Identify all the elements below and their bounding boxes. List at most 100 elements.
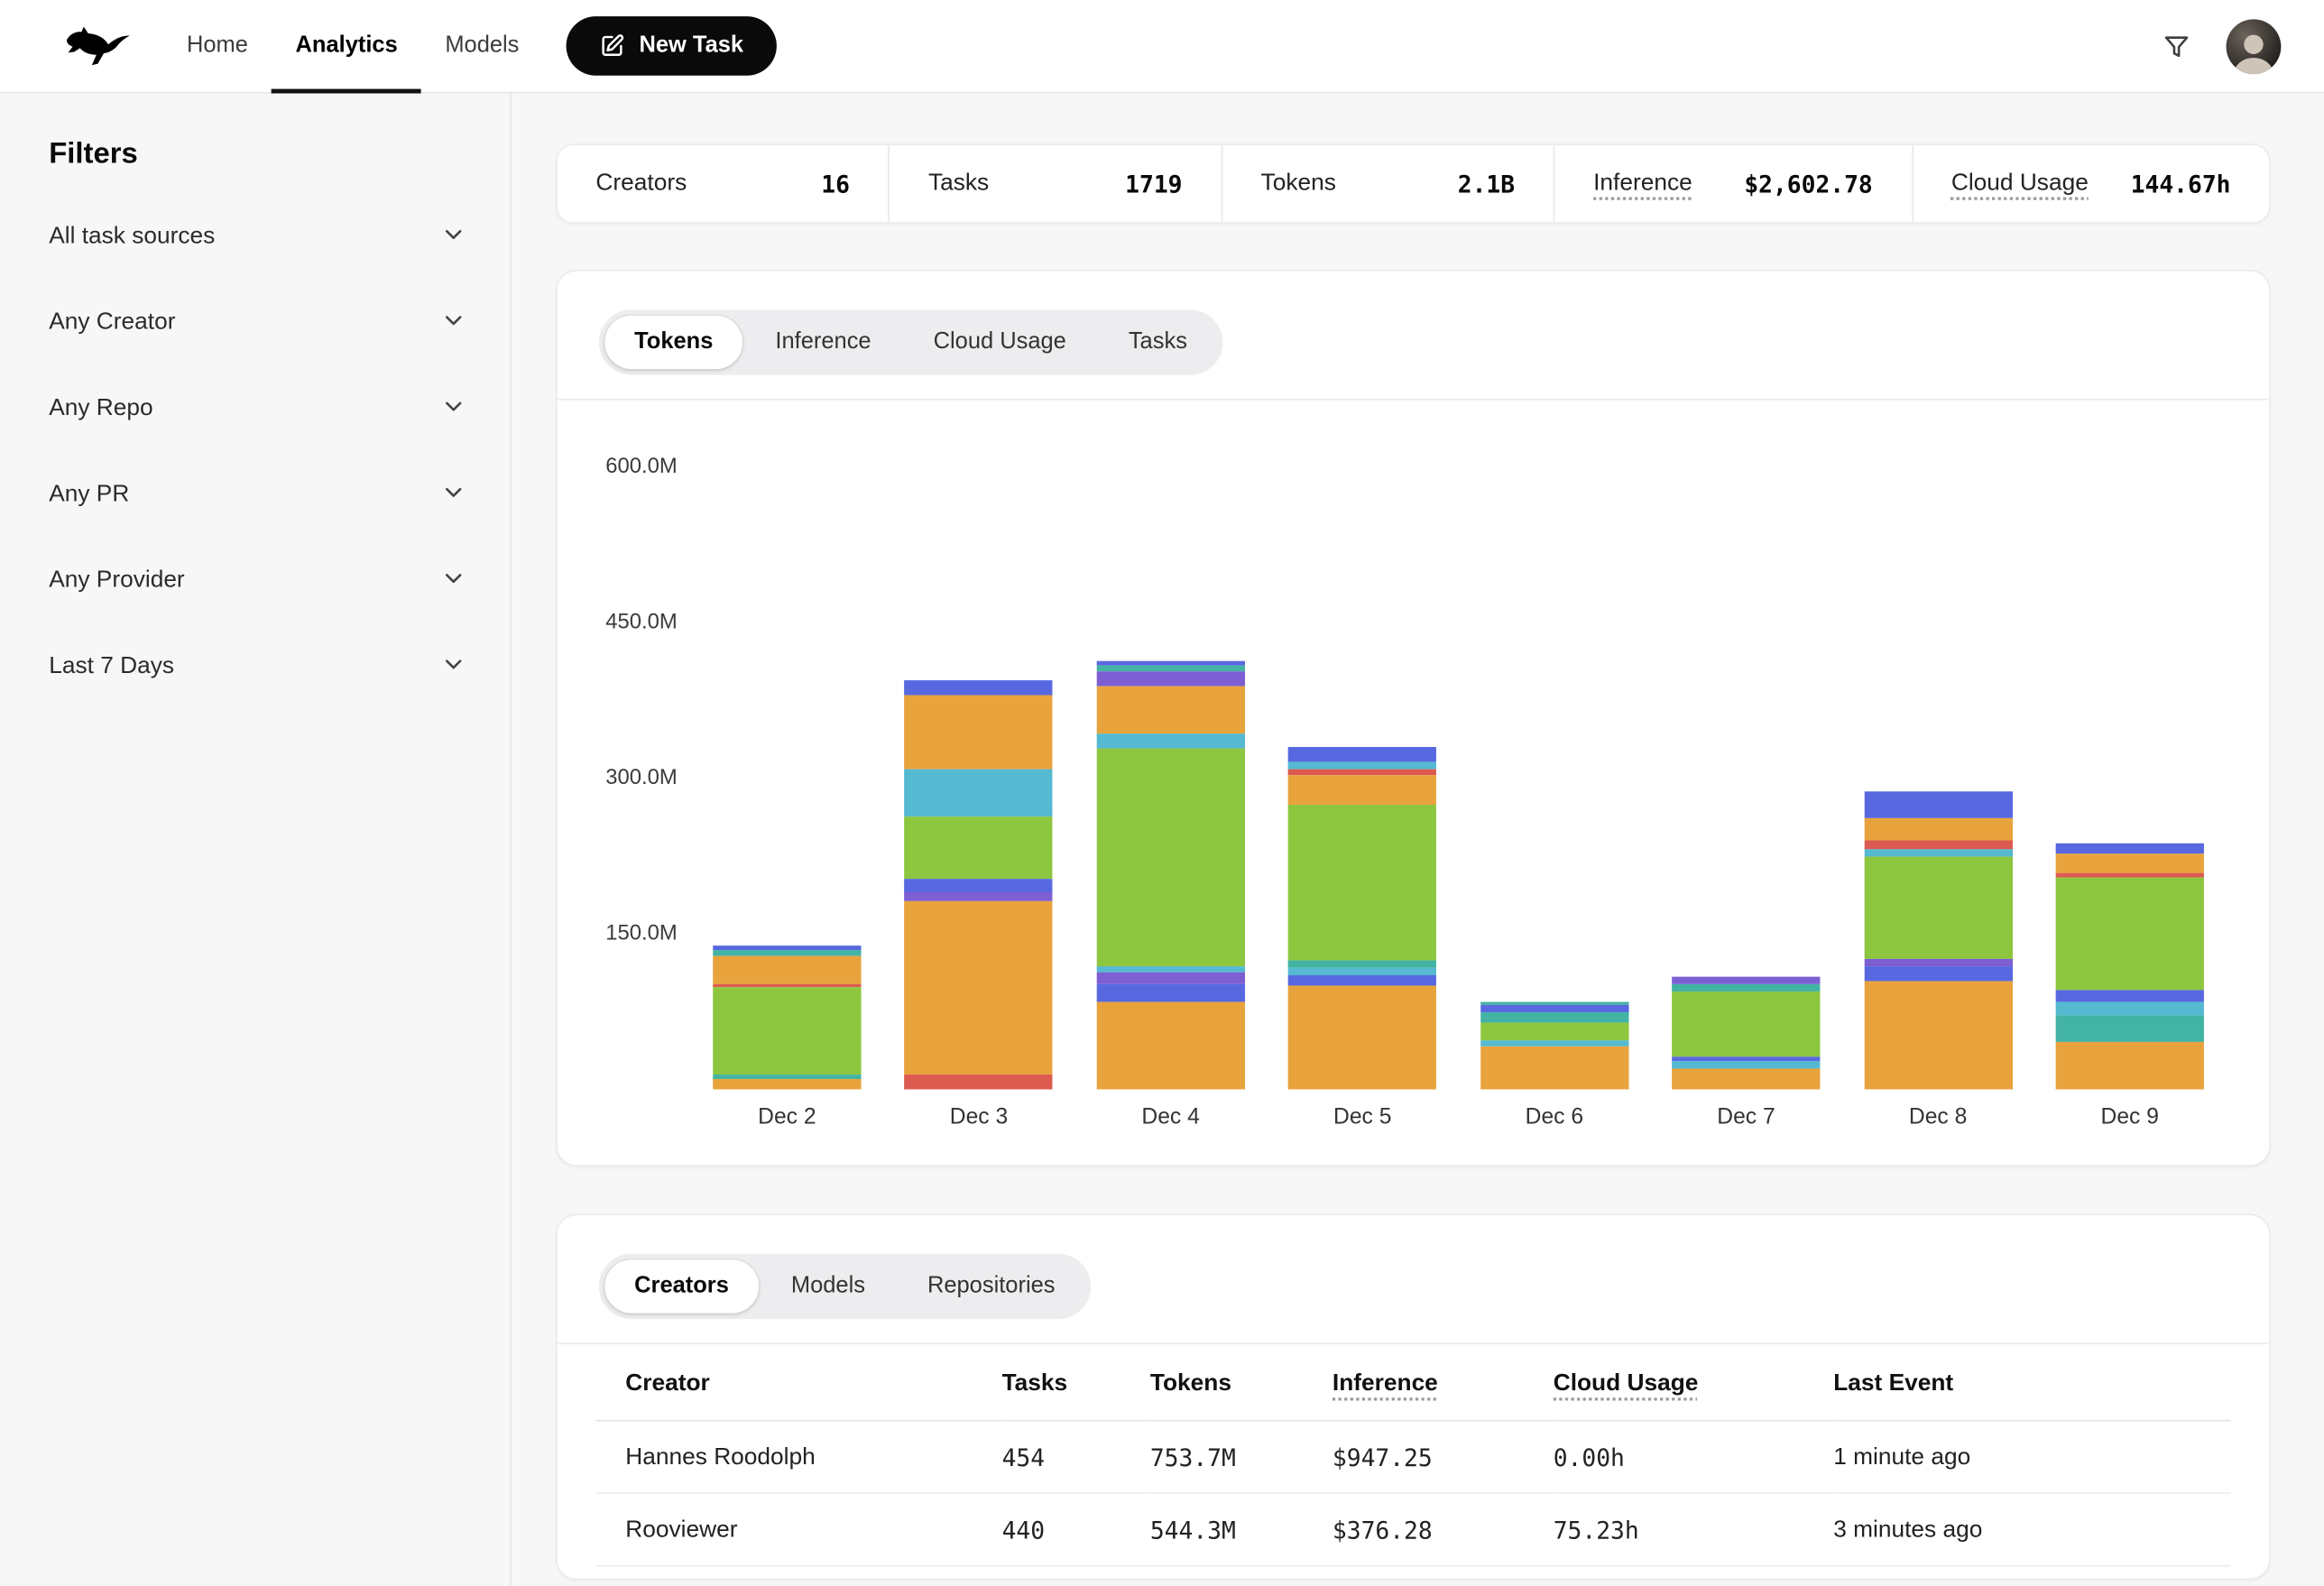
bar-segment-skyblue xyxy=(1096,733,1244,748)
stat-inference-label[interactable]: Inference xyxy=(1593,171,1692,198)
bar-segment-purple xyxy=(905,892,1053,900)
stats-bar: Creators 16 Tasks 1719 Tokens 2.1B Infer… xyxy=(556,143,2271,224)
bar-segment-orange xyxy=(1864,817,2012,840)
bar-segment-skyblue xyxy=(905,769,1053,816)
nav-analytics[interactable]: Analytics xyxy=(272,0,421,93)
chart-tab-inference[interactable]: Inference xyxy=(746,316,901,369)
bar-segment-orange xyxy=(905,696,1053,770)
bar-segment-blue xyxy=(905,879,1053,892)
col-tokens: Tokens xyxy=(1150,1347,1333,1420)
y-axis-tick: 300.0M xyxy=(558,765,678,792)
new-task-label: New Task xyxy=(639,32,743,60)
bar-segment-skyblue xyxy=(2056,1001,2204,1016)
nav-home[interactable]: Home xyxy=(163,0,272,93)
filter-provider[interactable]: Any Provider xyxy=(49,549,466,613)
col-creator: Creator xyxy=(595,1347,1001,1420)
x-axis-labels: Dec 2Dec 3Dec 4Dec 5Dec 6Dec 7Dec 8Dec 9 xyxy=(713,1104,2204,1130)
new-task-button[interactable]: New Task xyxy=(567,16,776,76)
chart-tab-cloud-usage[interactable]: Cloud Usage xyxy=(904,316,1096,369)
bar-segment-blue xyxy=(1096,983,1244,1001)
bar[interactable] xyxy=(1480,1001,1628,1090)
col-cloud-usage[interactable]: Cloud Usage xyxy=(1554,1347,1834,1420)
chart-tab-tokens[interactable]: Tokens xyxy=(604,316,742,369)
cell-cloud-usage: 75.23h xyxy=(1554,1493,1834,1566)
filter-date-range-label: Last 7 Days xyxy=(49,653,174,680)
bar-segment-blue xyxy=(1288,975,1436,986)
nav-models[interactable]: Models xyxy=(421,0,543,93)
bar-segment-green xyxy=(713,988,861,1075)
bar-segment-red xyxy=(905,1074,1053,1089)
y-axis-tick: 600.0M xyxy=(558,454,678,481)
filter-pr[interactable]: Any PR xyxy=(49,463,466,528)
bar-segment-orange xyxy=(1672,1068,1820,1089)
bar-segment-skyblue xyxy=(1288,968,1436,975)
bar[interactable] xyxy=(1096,661,1244,1090)
bar-segment-green xyxy=(1864,857,2012,959)
creators-table: Creator Tasks Tokens Inference Cloud Usa… xyxy=(595,1347,2230,1566)
chevron-down-icon xyxy=(442,566,466,597)
chevron-down-icon xyxy=(442,222,466,254)
bar-segment-green xyxy=(1288,805,1436,960)
chart-tab-tasks[interactable]: Tasks xyxy=(1099,316,1217,369)
bar[interactable] xyxy=(1672,976,1820,1089)
bar[interactable] xyxy=(1288,747,1436,1089)
x-axis-label: Dec 3 xyxy=(905,1104,1053,1130)
stat-creators-label: Creators xyxy=(595,171,687,198)
bar-segment-orange xyxy=(713,955,861,984)
bar-segment-blue xyxy=(1480,1005,1628,1012)
bar-segment-purple xyxy=(1864,959,2012,966)
cell-inference: $947.25 xyxy=(1333,1421,1554,1494)
chart-card: Tokens Inference Cloud Usage Tasks 150.0… xyxy=(556,270,2271,1166)
table-tab-creators[interactable]: Creators xyxy=(604,1259,758,1313)
cell-tokens: 753.7M xyxy=(1150,1421,1333,1494)
edit-icon xyxy=(599,32,626,60)
chevron-down-icon xyxy=(442,393,466,425)
bar-segment-red xyxy=(1864,841,2012,849)
bar-segment-blue xyxy=(1864,792,2012,818)
bar-segment-green xyxy=(1672,991,1820,1056)
x-axis-label: Dec 2 xyxy=(713,1104,861,1130)
bar-segment-blue xyxy=(905,679,1053,695)
bar[interactable] xyxy=(905,679,1053,1089)
table-tabs: Creators Models Repositories xyxy=(599,1254,1091,1319)
x-axis-label: Dec 4 xyxy=(1096,1104,1244,1130)
divider xyxy=(558,1342,2269,1344)
bar-segment-orange xyxy=(1096,1001,1244,1090)
filter-creator[interactable]: Any Creator xyxy=(49,290,466,355)
stat-inference-value: $2,602.78 xyxy=(1744,170,1872,198)
filter-pr-label: Any PR xyxy=(49,482,129,509)
filter-funnel-icon[interactable] xyxy=(2161,31,2192,62)
table-tab-repositories[interactable]: Repositories xyxy=(898,1259,1084,1313)
table-row[interactable]: Rooviewer 440 544.3M $376.28 75.23h 3 mi… xyxy=(595,1493,2230,1566)
y-axis-tick: 450.0M xyxy=(558,609,678,636)
bar[interactable] xyxy=(1864,792,2012,1090)
filter-task-sources[interactable]: All task sources xyxy=(49,205,466,270)
bar[interactable] xyxy=(713,945,861,1090)
bar-segment-skyblue xyxy=(1288,761,1436,769)
bar-segment-orange xyxy=(2056,1042,2204,1090)
filter-date-range[interactable]: Last 7 Days xyxy=(49,634,466,699)
table-header-row: Creator Tasks Tokens Inference Cloud Usa… xyxy=(595,1347,2230,1420)
kangaroo-logo-icon[interactable] xyxy=(60,25,134,67)
bar[interactable] xyxy=(2056,844,2204,1089)
stat-creators-value: 16 xyxy=(821,170,850,198)
chart-plot: 150.0M300.0M450.0M600.0M xyxy=(558,418,2269,1089)
bar-segment-skyblue xyxy=(1096,966,1244,973)
col-inference[interactable]: Inference xyxy=(1333,1347,1554,1420)
bar-segment-green xyxy=(1480,1023,1628,1041)
filter-repo[interactable]: Any Repo xyxy=(49,376,466,441)
bar-segment-teal xyxy=(1288,961,1436,968)
chevron-down-icon xyxy=(442,479,466,511)
bar-segment-orange xyxy=(2056,854,2204,873)
content-row: Filters All task sources Any Creator Any… xyxy=(0,93,2324,1585)
cell-creator: Rooviewer xyxy=(595,1493,1001,1566)
bar-segment-teal xyxy=(1672,983,1820,991)
filters-sidebar: Filters All task sources Any Creator Any… xyxy=(0,93,512,1585)
table-row[interactable]: Hannes Roodolph 454 753.7M $947.25 0.00h… xyxy=(595,1421,2230,1494)
chevron-down-icon xyxy=(442,308,466,339)
stat-cloud-usage-value: 144.67h xyxy=(2131,170,2231,198)
avatar[interactable] xyxy=(2227,19,2282,74)
cell-last-event: 1 minute ago xyxy=(1833,1421,2230,1494)
stat-cloud-usage-label[interactable]: Cloud Usage xyxy=(1951,171,2089,198)
table-tab-models[interactable]: Models xyxy=(761,1259,895,1313)
